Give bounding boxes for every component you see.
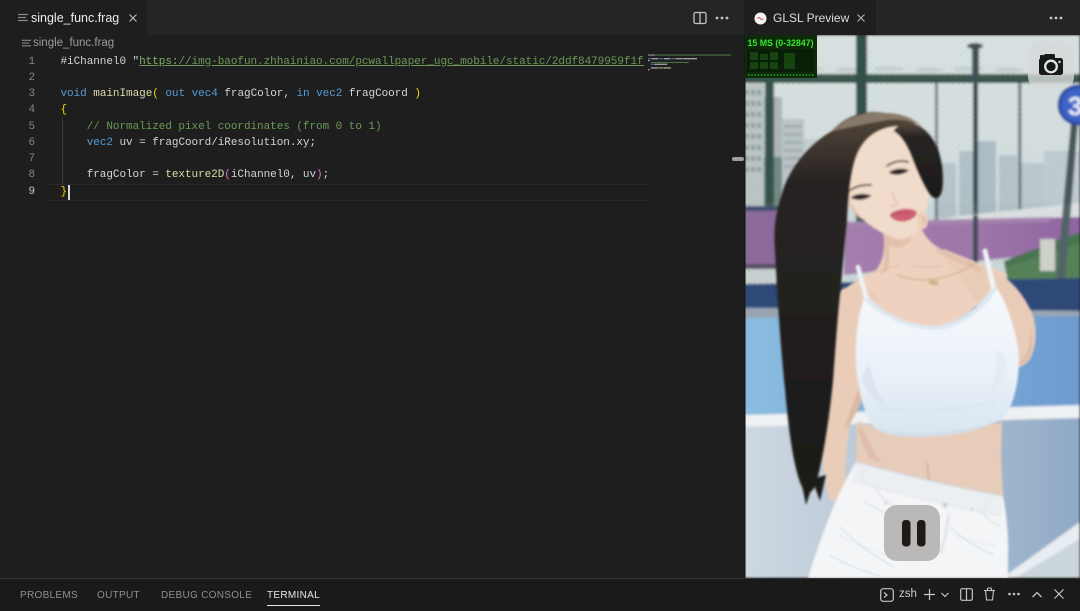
svg-text:15 MS (0-32847): 15 MS (0-32847) — [748, 38, 814, 48]
svg-text:3: 3 — [1068, 91, 1080, 121]
